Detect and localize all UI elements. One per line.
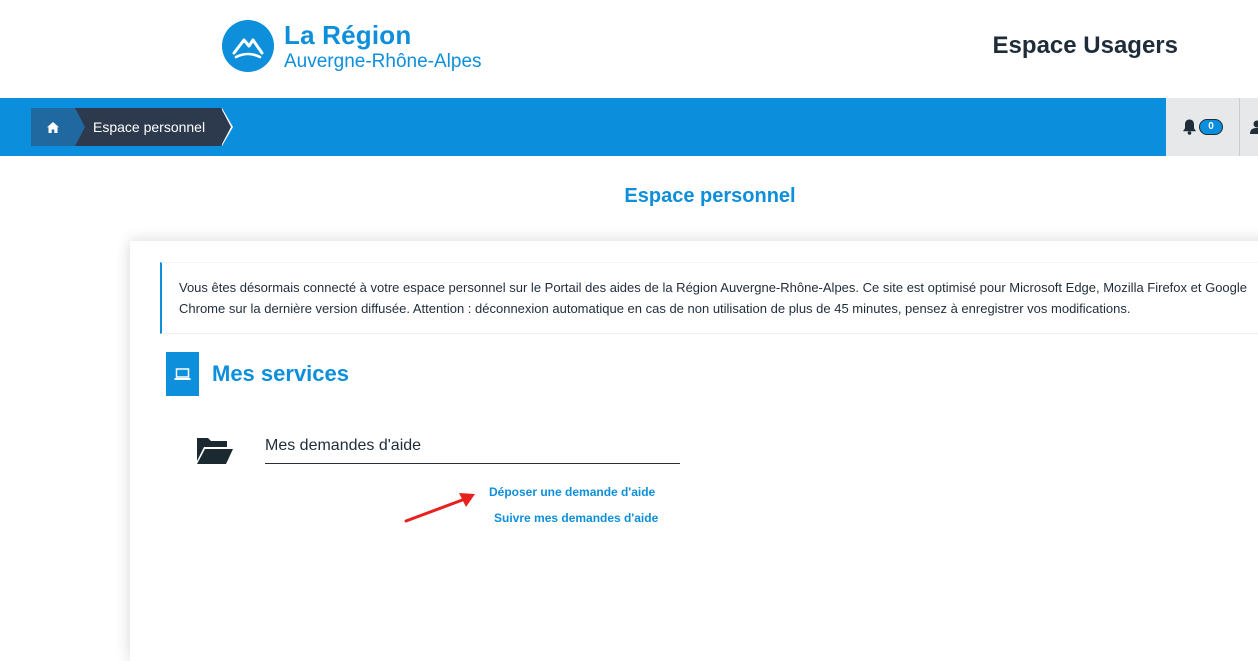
folder-open-icon [196,436,234,471]
notifications-button[interactable]: 0 [1166,98,1240,156]
content-card: Vous êtes désormais connecté à votre esp… [130,241,1258,661]
info-notice: Vous êtes désormais connecté à votre esp… [160,262,1258,334]
site-header: La Région Auvergne-Rhône-Alpes Espace Us… [0,0,1258,96]
breadcrumb: Espace personnel [31,108,221,146]
annotation-arrow-icon [403,489,483,530]
logo-title: La Région [284,22,482,48]
breadcrumb-home[interactable] [31,108,75,146]
notifications-count-badge: 0 [1199,119,1223,135]
toolbar: 0 [1166,98,1258,156]
services-header: Mes services [166,352,349,396]
demandes-title: Mes demandes d'aide [265,437,421,455]
deposer-demande-link[interactable]: Déposer une demande d'aide [489,485,655,499]
user-menu-button[interactable] [1240,98,1258,156]
user-icon [1248,120,1258,134]
region-logo[interactable]: La Région Auvergne-Rhône-Alpes [222,20,482,72]
app-title: Espace Usagers [993,32,1178,60]
laptop-icon [166,352,199,396]
nav-bar: Espace personnel 0 [0,98,1258,156]
logo-subtitle: Auvergne-Rhône-Alpes [284,52,482,71]
breadcrumb-current[interactable]: Espace personnel [75,108,221,146]
home-icon [47,122,59,133]
demandes-divider [265,463,680,464]
suivre-demandes-link[interactable]: Suivre mes demandes d'aide [494,511,658,525]
services-title: Mes services [212,361,349,387]
region-logo-mark-icon [222,20,274,72]
bell-icon [1182,119,1197,135]
page-title: Espace personnel [0,185,1258,208]
